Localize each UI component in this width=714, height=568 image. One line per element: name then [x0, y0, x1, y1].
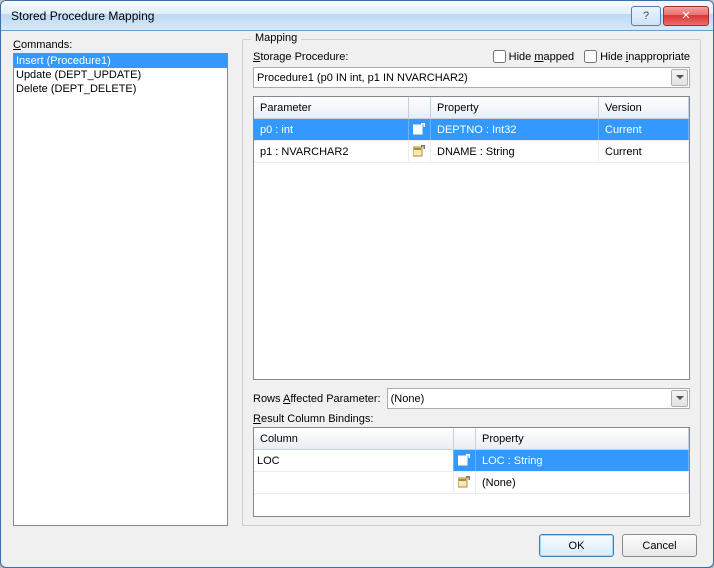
help-button[interactable]: ?	[631, 6, 661, 26]
title-bar: Stored Procedure Mapping ? ✕	[1, 1, 713, 31]
rows-affected-row: Rows Affected Parameter: (None)	[253, 388, 690, 409]
parameter-row[interactable]: p1 : NVARCHAR2 DNAME : StringCurrent	[254, 141, 689, 163]
result-grid-body: LOC : String(None)	[254, 450, 689, 516]
property-icon	[458, 454, 471, 467]
header-column[interactable]: Column	[254, 428, 454, 449]
commands-item[interactable]: Update (DEPT_UPDATE)	[14, 68, 227, 82]
hide-inappropriate-checkbox[interactable]: Hide inappropriate	[584, 50, 690, 63]
cancel-button[interactable]: Cancel	[622, 534, 697, 557]
window-title: Stored Procedure Mapping	[11, 9, 629, 23]
property-cell[interactable]: (None)	[476, 472, 689, 493]
result-binding-row[interactable]: LOC : String	[254, 450, 689, 472]
parameter-grid-header: Parameter Property Version	[254, 97, 689, 119]
property-cell[interactable]: DEPTNO : Int32	[431, 119, 599, 140]
rows-affected-combo[interactable]: (None)	[387, 388, 690, 409]
header-property[interactable]: Property	[476, 428, 689, 449]
header-property[interactable]: Property	[431, 97, 599, 118]
commands-listbox[interactable]: Insert (Procedure1)Update (DEPT_UPDATE)D…	[13, 53, 228, 526]
close-icon: ✕	[681, 9, 690, 22]
result-bindings-label: Result Column Bindings:	[253, 413, 690, 425]
parameter-cell: p1 : NVARCHAR2	[254, 141, 409, 162]
header-version[interactable]: Version	[599, 97, 689, 118]
mapping-legend: Mapping	[251, 32, 301, 44]
mapping-group: Mapping Storage Procedure: Hide mapped	[242, 39, 701, 526]
rows-affected-label: Rows Affected Parameter:	[253, 393, 381, 405]
rows-affected-value: (None)	[391, 393, 425, 405]
parameter-grid-body: p0 : intDEPTNO : Int32Currentp1 : NVARCH…	[254, 119, 689, 379]
ok-button[interactable]: OK	[539, 534, 614, 557]
chevron-down-icon	[671, 390, 688, 407]
storage-procedure-combo[interactable]: Procedure1 (p0 IN int, p1 IN NVARCHAR2)	[253, 67, 690, 88]
close-button[interactable]: ✕	[663, 6, 709, 26]
version-cell[interactable]: Current	[599, 141, 689, 162]
window-buttons: ? ✕	[629, 6, 709, 26]
header-parameter[interactable]: Parameter	[254, 97, 409, 118]
property-cell[interactable]: DNAME : String	[431, 141, 599, 162]
hide-mapped-checkbox[interactable]: Hide mapped	[493, 50, 574, 63]
parameter-row[interactable]: p0 : int DEPTNO : Int32Current	[254, 119, 689, 141]
parameter-cell: p0 : int	[254, 119, 409, 140]
column-cell[interactable]	[254, 472, 454, 493]
property-icon	[413, 145, 426, 158]
column-cell[interactable]	[254, 450, 454, 471]
result-grid-header: Column Property	[254, 428, 689, 450]
hide-inappropriate-input[interactable]	[584, 50, 597, 63]
dialog-window: Stored Procedure Mapping ? ✕ Commands: I…	[0, 0, 714, 568]
storage-procedure-label: Storage Procedure:	[253, 51, 348, 63]
mapping-panel: Mapping Storage Procedure: Hide mapped	[242, 39, 701, 526]
property-icon	[458, 476, 471, 489]
dialog-buttons: OK Cancel	[13, 526, 701, 557]
commands-item[interactable]: Insert (Procedure1)	[14, 54, 227, 68]
commands-label: Commands:	[13, 39, 228, 51]
storage-procedure-row: Storage Procedure: Hide mapped Hide inap…	[253, 50, 690, 63]
commands-panel: Commands: Insert (Procedure1)Update (DEP…	[13, 39, 228, 526]
result-binding-row[interactable]: (None)	[254, 472, 689, 494]
column-edit-input[interactable]	[257, 455, 450, 467]
version-cell[interactable]: Current	[599, 119, 689, 140]
hide-mapped-input[interactable]	[493, 50, 506, 63]
storage-procedure-value: Procedure1 (p0 IN int, p1 IN NVARCHAR2)	[257, 72, 468, 84]
property-cell[interactable]: LOC : String	[476, 450, 689, 471]
result-bindings-grid[interactable]: Column Property LOC : String(None)	[253, 427, 690, 517]
property-icon	[413, 123, 426, 136]
main-split: Commands: Insert (Procedure1)Update (DEP…	[13, 39, 701, 526]
client-area: Commands: Insert (Procedure1)Update (DEP…	[1, 31, 713, 567]
commands-item[interactable]: Delete (DEPT_DELETE)	[14, 82, 227, 96]
parameter-grid[interactable]: Parameter Property Version p0 : int DEPTN…	[253, 96, 690, 380]
chevron-down-icon	[671, 69, 688, 86]
question-icon: ?	[643, 10, 649, 22]
